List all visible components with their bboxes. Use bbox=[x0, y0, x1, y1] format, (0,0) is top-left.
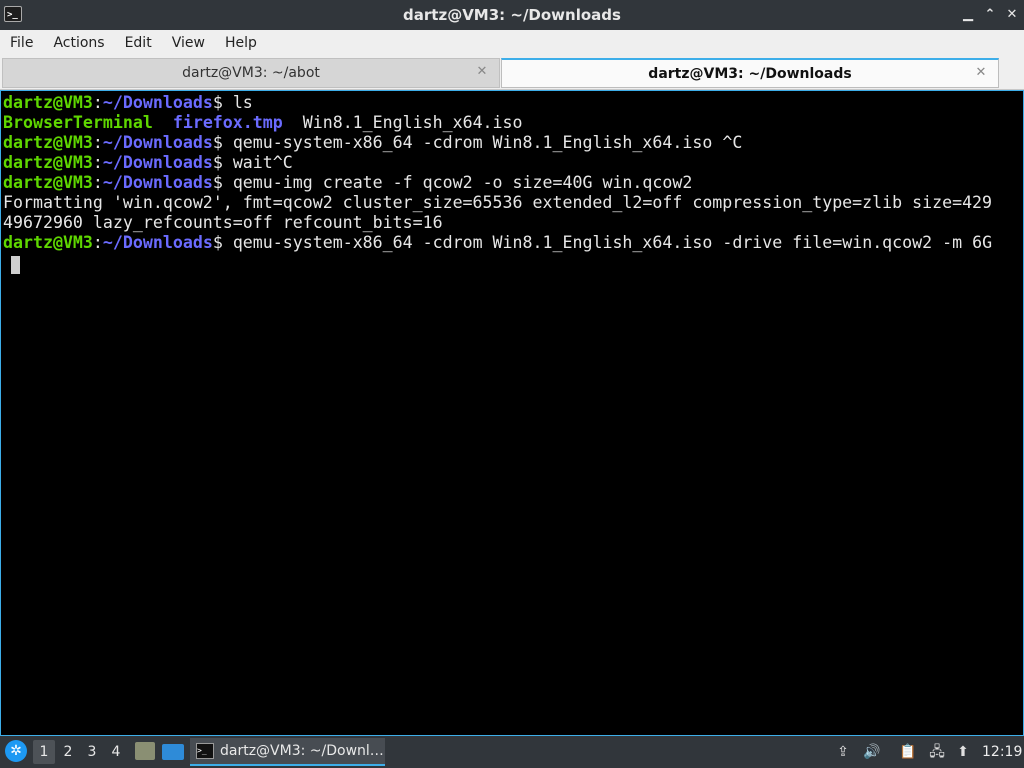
prompt-symbol: $ bbox=[212, 233, 233, 252]
tab-bar: dartz@VM3: ~/abot ✕ dartz@VM3: ~/Downloa… bbox=[0, 56, 1024, 90]
menu-actions[interactable]: Actions bbox=[43, 30, 114, 56]
workspace-3[interactable]: 3 bbox=[81, 740, 103, 764]
terminal-line: dartz@VM3:~/Downloads$ qemu-system-x86_6… bbox=[3, 133, 1023, 153]
tab-abot[interactable]: dartz@VM3: ~/abot ✕ bbox=[2, 58, 500, 88]
show-desktop-icon[interactable] bbox=[162, 744, 184, 760]
minimize-icon[interactable]: ▁ bbox=[958, 5, 978, 25]
clipboard-icon[interactable]: 📋 bbox=[898, 742, 918, 762]
taskbar-task-terminal[interactable]: >_ dartz@VM3: ~/Downl… bbox=[190, 738, 385, 766]
tab-downloads[interactable]: dartz@VM3: ~/Downloads ✕ bbox=[501, 58, 999, 88]
workspace-2[interactable]: 2 bbox=[57, 740, 79, 764]
prompt-symbol: $ bbox=[212, 153, 233, 172]
output-text: Formatting 'win.qcow2', fmt=qcow2 cluste… bbox=[3, 193, 993, 212]
menu-bar: File Actions Edit View Help bbox=[0, 30, 1024, 56]
window-title: dartz@VM3: ~/Downloads bbox=[403, 6, 621, 24]
prompt-symbol: $ bbox=[212, 93, 233, 112]
window-titlebar[interactable]: >_ dartz@VM3: ~/Downloads ▁ ⌃ ✕ bbox=[0, 0, 1024, 30]
start-menu-icon[interactable]: ✲ bbox=[5, 740, 27, 762]
menu-edit[interactable]: Edit bbox=[115, 30, 162, 56]
text-cursor bbox=[11, 255, 20, 274]
prompt-separator: : bbox=[92, 233, 103, 252]
ls-entry: Win8.1_English_x64.iso bbox=[302, 113, 523, 132]
prompt-user: dartz@VM3 bbox=[3, 173, 93, 192]
file-manager-icon[interactable] bbox=[135, 742, 155, 760]
terminal-task-icon: >_ bbox=[196, 743, 214, 759]
prompt-path: ~/Downloads bbox=[102, 233, 213, 252]
prompt-symbol: $ bbox=[212, 133, 233, 152]
prompt-path: ~/Downloads bbox=[102, 93, 213, 112]
command-text: qemu-system-x86_64 -cdrom Win8.1_English… bbox=[232, 133, 743, 152]
terminal-line: dartz@VM3:~/Downloads$ ls bbox=[3, 93, 1023, 113]
prompt-separator: : bbox=[92, 153, 103, 172]
prompt-path: ~/Downloads bbox=[102, 133, 213, 152]
terminal-line: Formatting 'win.qcow2', fmt=qcow2 cluste… bbox=[3, 193, 1023, 213]
menu-view[interactable]: View bbox=[162, 30, 215, 56]
prompt-path: ~/Downloads bbox=[102, 173, 213, 192]
command-text: qemu-system-x86_64 -cdrom Win8.1_English… bbox=[232, 233, 993, 252]
terminal-line bbox=[1, 253, 1023, 274]
maximize-icon[interactable]: ⌃ bbox=[980, 5, 1000, 25]
prompt-separator: : bbox=[92, 93, 103, 112]
prompt-path: ~/Downloads bbox=[102, 153, 213, 172]
terminal-output[interactable]: dartz@VM3:~/Downloads$ ls BrowserTerminal… bbox=[0, 90, 1024, 736]
taskbar: ✲ 1 2 3 4 >_ dartz@VM3: ~/Downl… ⇪ 🔊 📋 🖧… bbox=[0, 736, 1024, 768]
prompt-user: dartz@VM3 bbox=[3, 233, 93, 252]
output-text: 49672960 lazy_refcounts=off refcount_bit… bbox=[3, 213, 443, 232]
menu-file[interactable]: File bbox=[0, 30, 43, 56]
clock[interactable]: 12:19 bbox=[982, 736, 1022, 768]
terminal-line: 49672960 lazy_refcounts=off refcount_bit… bbox=[3, 213, 1023, 233]
close-icon[interactable]: ✕ bbox=[1002, 5, 1022, 25]
prompt-user: dartz@VM3 bbox=[3, 93, 93, 112]
prompt-separator: : bbox=[92, 173, 103, 192]
workspace-1[interactable]: 1 bbox=[33, 740, 55, 764]
task-label: dartz@VM3: ~/Downl… bbox=[220, 743, 384, 759]
prompt-separator: : bbox=[92, 133, 103, 152]
ls-entry: BrowserTerminal bbox=[3, 113, 153, 132]
prompt-user: dartz@VM3 bbox=[3, 133, 93, 152]
tab-label: dartz@VM3: ~/abot bbox=[182, 65, 320, 81]
terminal-line: dartz@VM3:~/Downloads$ qemu-system-x86_6… bbox=[3, 233, 1023, 253]
terminal-line: BrowserTerminal firefox.tmp Win8.1_Engli… bbox=[3, 113, 1023, 133]
workspace-4[interactable]: 4 bbox=[105, 740, 127, 764]
command-text: ls bbox=[232, 93, 253, 112]
upload-icon[interactable]: ⇪ bbox=[834, 742, 852, 762]
menu-help[interactable]: Help bbox=[215, 30, 267, 56]
terminal-line: dartz@VM3:~/Downloads$ qemu-img create -… bbox=[3, 173, 1023, 193]
ls-entry: firefox.tmp bbox=[172, 113, 283, 132]
terminal-line: dartz@VM3:~/Downloads$ wait^C bbox=[3, 153, 1023, 173]
terminal-app-icon[interactable]: >_ bbox=[4, 6, 22, 22]
command-text: wait^C bbox=[232, 153, 293, 172]
network-icon[interactable]: 🖧 bbox=[926, 742, 948, 762]
tab-close-icon[interactable]: ✕ bbox=[475, 65, 489, 79]
volume-icon[interactable]: 🔊 bbox=[862, 742, 882, 762]
tab-close-icon[interactable]: ✕ bbox=[974, 66, 988, 80]
tab-label: dartz@VM3: ~/Downloads bbox=[648, 65, 852, 82]
prompt-user: dartz@VM3 bbox=[3, 153, 93, 172]
prompt-symbol: $ bbox=[212, 173, 233, 192]
updates-icon[interactable]: ⬆ bbox=[954, 742, 972, 762]
command-text: qemu-img create -f qcow2 -o size=40G win… bbox=[232, 173, 693, 192]
